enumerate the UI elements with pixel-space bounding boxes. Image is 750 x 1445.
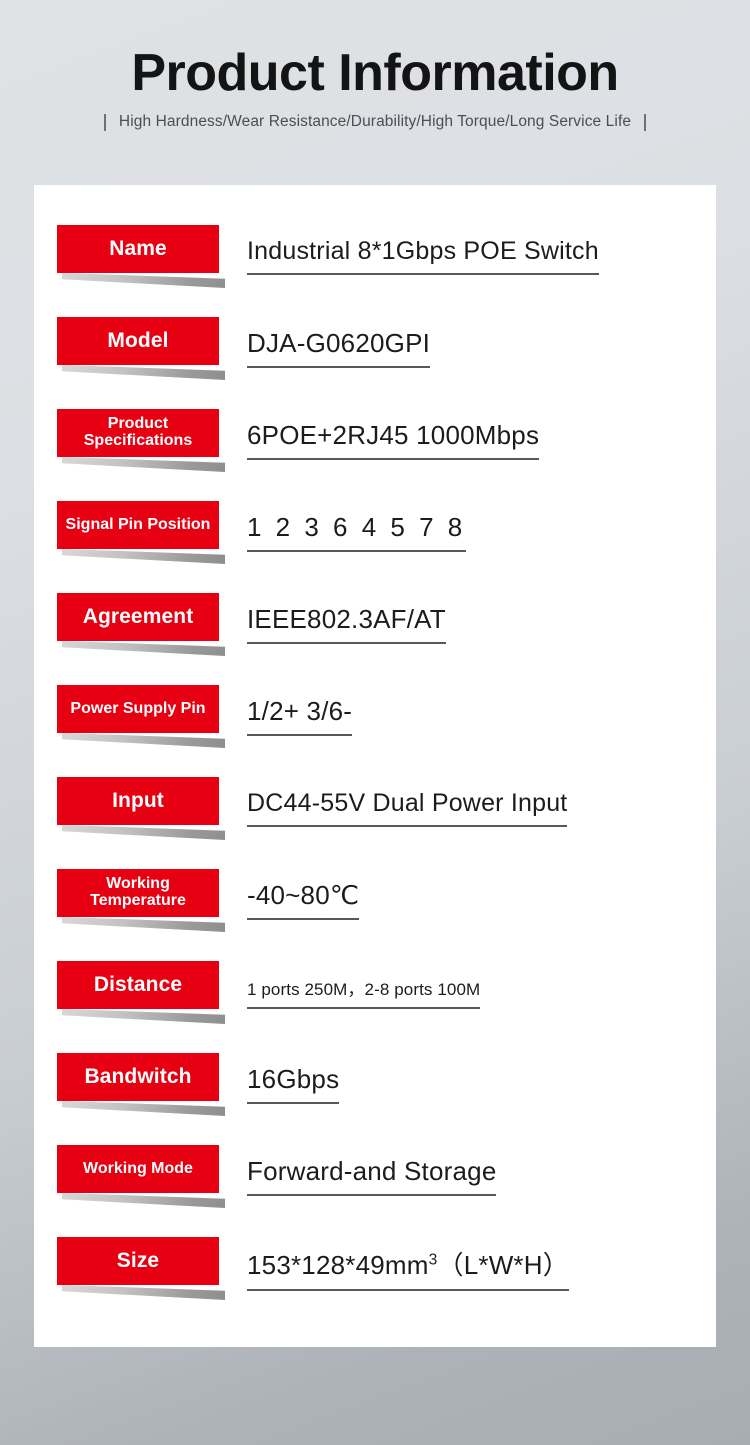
tag-shadow-ribbon <box>62 733 225 748</box>
spec-value-container: 16Gbps <box>247 1053 340 1115</box>
tag-shadow-ribbon <box>62 273 225 288</box>
spec-row: Model DJA-G0620GPI <box>57 317 697 409</box>
spec-value-text: 6POE+2RJ45 1000Mbps <box>247 420 540 460</box>
spec-label-text: Distance <box>57 961 219 1009</box>
spec-table: Name Industrial 8*1Gbps POE Switch Model DJ… <box>57 225 697 1329</box>
spec-label-tag: Power Supply Pin <box>57 685 225 748</box>
spec-value-text: IEEE802.3AF/AT <box>247 604 446 644</box>
tag-shadow-ribbon <box>62 549 225 564</box>
spec-value-container: 6POE+2RJ45 1000Mbps <box>247 409 540 471</box>
tag-shadow-ribbon <box>62 641 225 656</box>
spec-label-tag: Product Specifications <box>57 409 225 472</box>
page-subtitle: High Hardness/Wear Resistance/Durability… <box>118 113 632 130</box>
spec-label-text: Working Temperature <box>57 869 219 917</box>
spec-label-text: Input <box>57 777 219 825</box>
spec-row: Bandwitch 16Gbps <box>57 1053 697 1145</box>
spec-value-text: Industrial 8*1Gbps POE Switch <box>247 237 599 275</box>
spec-row: Power Supply Pin 1/2+ 3/6- <box>57 685 697 777</box>
tag-shadow-ribbon <box>62 457 225 472</box>
spec-label-tag: Input <box>57 777 225 840</box>
spec-label-tag: Working Mode <box>57 1145 225 1208</box>
tag-shadow-ribbon <box>62 1193 225 1208</box>
spec-value-text: 153*128*49mm3（L*W*H） <box>247 1245 569 1291</box>
spec-label-text: Power Supply Pin <box>57 685 219 733</box>
spec-label-tag: Bandwitch <box>57 1053 225 1116</box>
spec-row: Product Specifications 6POE+2RJ45 1000Mbp… <box>57 409 697 501</box>
spec-label-tag: Size <box>57 1237 225 1300</box>
product-information-page: Product Information High Hardness/Wear R… <box>0 0 750 1445</box>
spec-value-container: DJA-G0620GPI <box>247 317 431 379</box>
spec-label-tag: Agreement <box>57 593 225 656</box>
spec-label-tag: Name <box>57 225 225 288</box>
spec-value-text: -40~80℃ <box>247 880 360 920</box>
spec-value-text: 16Gbps <box>247 1064 340 1104</box>
spec-value-container: 1/2+ 3/6- <box>247 685 353 747</box>
spec-label-text: Bandwitch <box>57 1053 219 1101</box>
tag-shadow-ribbon <box>62 1285 225 1300</box>
page-header: Product Information High Hardness/Wear R… <box>0 0 750 185</box>
spec-label-text: Size <box>57 1237 219 1285</box>
spec-label-text: Signal Pin Position <box>57 501 219 549</box>
spec-label-text: Working Mode <box>57 1145 219 1193</box>
spec-row: Input DC44-55V Dual Power Input <box>57 777 697 869</box>
subtitle-separator-left-icon <box>103 113 106 131</box>
spec-label-text: Model <box>57 317 219 365</box>
spec-label-text: Product Specifications <box>57 409 219 457</box>
spec-label-text: Agreement <box>57 593 219 641</box>
page-title: Product Information <box>131 44 619 102</box>
spec-row: Working Mode Forward-and Storage <box>57 1145 697 1237</box>
spec-label-tag: Signal Pin Position <box>57 501 225 564</box>
spec-row: Size 153*128*49mm3（L*W*H） <box>57 1237 697 1329</box>
spec-row: Working Temperature -40~80℃ <box>57 869 697 961</box>
subtitle-separator-right-icon <box>644 113 647 131</box>
spec-value-text: DC44-55V Dual Power Input <box>247 789 568 827</box>
spec-value-container: Industrial 8*1Gbps POE Switch <box>247 225 599 287</box>
spec-card: Name Industrial 8*1Gbps POE Switch Model DJ… <box>34 185 716 1347</box>
spec-value-text: 1 2 3 6 4 5 7 8 <box>247 512 466 552</box>
tag-shadow-ribbon <box>62 917 225 932</box>
tag-shadow-ribbon <box>62 365 225 380</box>
tag-shadow-ribbon <box>62 1009 225 1024</box>
spec-value-container: IEEE802.3AF/AT <box>247 593 446 655</box>
spec-row: Distance 1 ports 250M，2-8 ports 100M <box>57 961 697 1053</box>
spec-label-text: Name <box>57 225 219 273</box>
spec-value-container: DC44-55V Dual Power Input <box>247 777 568 839</box>
spec-value-container: 1 2 3 6 4 5 7 8 <box>247 501 466 563</box>
spec-row: Signal Pin Position 1 2 3 6 4 5 7 8 <box>57 501 697 593</box>
spec-value-text: DJA-G0620GPI <box>247 328 431 368</box>
subtitle-row: High Hardness/Wear Resistance/Durability… <box>0 113 750 131</box>
spec-value-text: 1 ports 250M，2-8 ports 100M <box>247 975 481 1009</box>
spec-label-tag: Working Temperature <box>57 869 225 932</box>
spec-label-tag: Model <box>57 317 225 380</box>
spec-row: Name Industrial 8*1Gbps POE Switch <box>57 225 697 317</box>
spec-value-text: 1/2+ 3/6- <box>247 696 353 736</box>
spec-value-container: 153*128*49mm3（L*W*H） <box>247 1237 569 1299</box>
spec-value-container: Forward-and Storage <box>247 1145 497 1207</box>
spec-label-tag: Distance <box>57 961 225 1024</box>
spec-row: Agreement IEEE802.3AF/AT <box>57 593 697 685</box>
tag-shadow-ribbon <box>62 1101 225 1116</box>
tag-shadow-ribbon <box>62 825 225 840</box>
spec-value-text: Forward-and Storage <box>247 1156 497 1196</box>
spec-value-container: -40~80℃ <box>247 869 360 931</box>
spec-value-container: 1 ports 250M，2-8 ports 100M <box>247 961 481 1023</box>
